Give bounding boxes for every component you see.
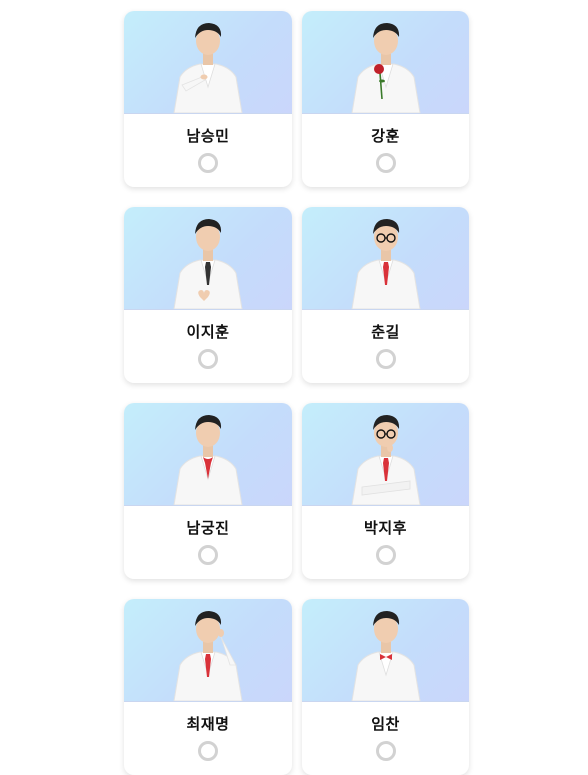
candidate-photo <box>302 599 469 702</box>
candidate-name: 임찬 <box>371 715 400 733</box>
select-radio[interactable] <box>198 741 218 761</box>
candidate-card[interactable]: 남궁진 <box>124 403 292 579</box>
candidate-card[interactable]: 이지훈 <box>124 207 292 383</box>
candidate-name: 강훈 <box>371 127 400 145</box>
candidate-card[interactable]: 춘길 <box>302 207 469 383</box>
select-radio[interactable] <box>198 545 218 565</box>
select-radio[interactable] <box>375 349 396 369</box>
candidate-photo <box>302 403 469 506</box>
candidate-card[interactable]: 임찬 <box>302 599 469 775</box>
candidate-photo <box>124 599 292 702</box>
candidate-photo <box>124 11 292 114</box>
candidate-name: 춘길 <box>371 323 400 341</box>
candidate-card[interactable]: 박지후 <box>302 403 469 579</box>
candidate-name: 남궁진 <box>186 519 230 537</box>
select-radio[interactable] <box>375 545 396 565</box>
select-radio[interactable] <box>198 153 218 173</box>
candidate-photo <box>302 207 469 310</box>
candidate-name: 박지후 <box>364 519 407 537</box>
candidate-name: 남승민 <box>186 127 230 145</box>
candidate-card[interactable]: 강훈 <box>302 11 469 187</box>
candidate-photo <box>302 11 469 114</box>
candidate-name: 최재명 <box>186 715 230 733</box>
select-radio[interactable] <box>375 741 396 761</box>
select-radio[interactable] <box>198 349 218 369</box>
candidate-card[interactable]: 최재명 <box>124 599 292 775</box>
candidate-name: 이지훈 <box>186 323 230 341</box>
candidate-card[interactable]: 남승민 <box>124 11 292 187</box>
candidate-photo <box>124 207 292 310</box>
select-radio[interactable] <box>375 153 396 173</box>
candidate-grid: 남승민 강훈이지훈 춘길남궁진 박지후최재명 임찬 <box>124 11 469 775</box>
candidate-photo <box>124 403 292 506</box>
